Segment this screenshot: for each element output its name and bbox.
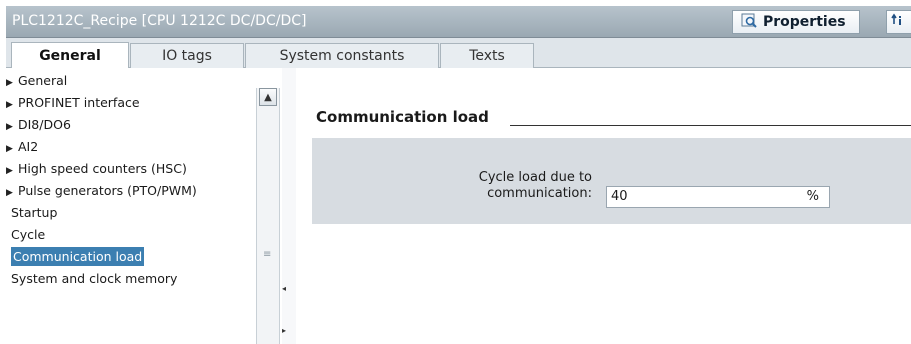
tree-item-pulse-generators[interactable]: ▶ Pulse generators (PTO/PWM) — [6, 180, 254, 202]
properties-label: Properties — [763, 14, 846, 30]
expand-arrow-icon[interactable]: ▶ — [6, 116, 18, 138]
tree-item-high-speed-counters[interactable]: ▶ High speed counters (HSC) — [6, 158, 254, 180]
tree-item-general[interactable]: ▶ General — [6, 70, 254, 92]
section-divider — [510, 125, 911, 126]
inspector-title-bar: PLC1212C_Recipe [CPU 1212C DC/DC/DC] Pro… — [6, 6, 911, 38]
tab-io-tags[interactable]: IO tags — [130, 43, 244, 68]
navigation-tree: ▶ General ▶ PROFINET interface ▶ DI8/DO6 ▶ A… — [6, 68, 254, 344]
expand-arrow-icon[interactable]: ▶ — [6, 160, 18, 182]
expand-right-icon[interactable]: ▸ — [282, 326, 286, 335]
info-icon — [891, 12, 907, 32]
tree-item-label: DI8/DO6 — [18, 117, 71, 132]
tree-item-startup[interactable]: Startup — [6, 202, 254, 224]
tab-label: System constants — [279, 48, 405, 64]
section-title: Communication load — [316, 108, 489, 126]
tab-bar: General IO tags System constants Texts — [6, 38, 911, 69]
window-title: PLC1212C_Recipe [CPU 1212C DC/DC/DC] — [12, 13, 307, 29]
expand-arrow-icon[interactable]: ▶ — [6, 94, 18, 116]
tab-label: IO tags — [162, 48, 212, 64]
cycle-load-label-line1: Cycle load due to — [478, 170, 592, 185]
cycle-load-input[interactable]: 40 % — [606, 186, 830, 208]
tab-texts[interactable]: Texts — [440, 43, 534, 68]
cycle-load-value: 40 — [611, 189, 628, 204]
expand-arrow-icon[interactable]: ▶ — [6, 72, 18, 94]
cycle-load-unit: % — [806, 189, 819, 204]
properties-content: Communication load Cycle load due to com… — [296, 68, 911, 344]
tree-item-label: System and clock memory — [11, 271, 178, 286]
info-button[interactable] — [886, 10, 911, 34]
tree-item-label: Communication load — [11, 247, 145, 266]
tree-item-cycle[interactable]: Cycle — [6, 224, 254, 246]
tree-item-label: General — [18, 73, 68, 88]
properties-icon — [741, 12, 757, 32]
chevron-up-icon: ▲ — [264, 91, 272, 103]
scroll-up-button[interactable]: ▲ — [259, 88, 277, 106]
expand-arrow-icon[interactable]: ▶ — [6, 182, 18, 204]
tree-item-label: PROFINET interface — [18, 95, 140, 110]
tree-item-communication-load[interactable]: Communication load — [6, 246, 254, 268]
tree-item-di8-do6[interactable]: ▶ DI8/DO6 — [6, 114, 254, 136]
communication-load-panel: Cycle load due to communication: 40 % — [312, 138, 911, 224]
cycle-load-label-line2: communication: — [487, 186, 592, 201]
tab-system-constants[interactable]: System constants — [245, 43, 439, 68]
collapse-left-icon[interactable]: ◂ — [282, 284, 286, 293]
tree-item-ai2[interactable]: ▶ AI2 — [6, 136, 254, 158]
tree-item-label: High speed counters (HSC) — [18, 161, 187, 176]
panel-splitter[interactable]: ◂ ▸ — [282, 68, 296, 344]
tree-scrollbar[interactable]: ▲ ≡ — [256, 88, 280, 344]
expand-arrow-icon[interactable]: ▶ — [6, 138, 18, 160]
tree-item-profinet-interface[interactable]: ▶ PROFINET interface — [6, 92, 254, 114]
cycle-load-label: Cycle load due to communication: — [422, 170, 592, 202]
tab-label: Texts — [469, 48, 505, 64]
tree-item-label: AI2 — [18, 139, 39, 154]
tree-item-system-clock-memory[interactable]: System and clock memory — [6, 268, 254, 290]
properties-button[interactable]: Properties — [732, 10, 860, 34]
tree-item-label: Startup — [11, 205, 58, 220]
scroll-grip-icon[interactable]: ≡ — [263, 250, 273, 260]
tree-item-label: Pulse generators (PTO/PWM) — [18, 183, 197, 198]
tree-item-label: Cycle — [11, 227, 46, 242]
tab-general[interactable]: General — [11, 42, 129, 69]
tab-label: General — [39, 48, 101, 64]
